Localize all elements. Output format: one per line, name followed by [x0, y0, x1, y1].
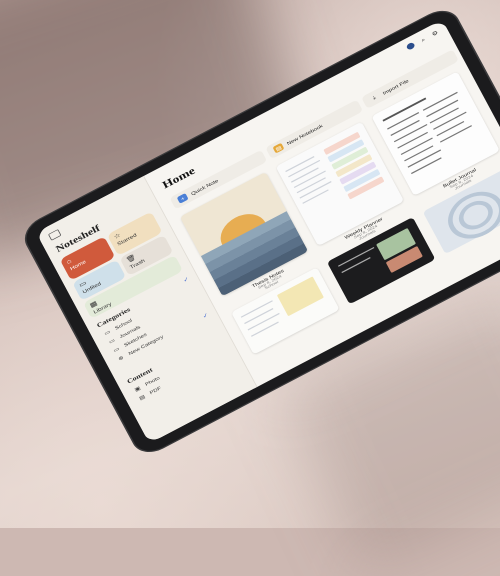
- planner-line: [244, 308, 274, 324]
- button-label: Quick Note: [189, 177, 220, 197]
- folder-icon: ▭: [112, 345, 121, 354]
- planner-line: [247, 312, 280, 331]
- search-icon[interactable]: ⌕: [420, 36, 427, 44]
- notebook-icon: ▤: [272, 142, 285, 154]
- handwriting-line: [436, 120, 465, 137]
- folder-icon: ▭: [103, 328, 112, 337]
- chevron-down-icon[interactable]: ✓: [201, 311, 210, 320]
- handwriting-line: [400, 137, 433, 155]
- handwriting-line: [404, 145, 434, 162]
- planner-line: [251, 321, 279, 337]
- folder-icon: ▭: [107, 337, 116, 345]
- handwriting-line: [341, 257, 371, 273]
- planner-block: [276, 276, 324, 317]
- sidebar-item-label: PDF: [148, 385, 162, 396]
- handwriting-line: [397, 131, 428, 149]
- handwriting-line: [439, 125, 472, 143]
- plus-icon: +: [176, 192, 189, 204]
- handwriting-line: [429, 107, 459, 124]
- button-label: New Notebook: [285, 122, 324, 147]
- settings-icon[interactable]: ⚙: [431, 29, 440, 38]
- planner-line: [240, 300, 273, 318]
- sidebar-toggle-icon[interactable]: [48, 229, 62, 241]
- handwriting-line: [390, 119, 420, 136]
- plus-icon: ⊕: [117, 354, 125, 362]
- profile-icon[interactable]: [405, 41, 416, 51]
- chevron-down-icon[interactable]: ✓: [182, 275, 191, 284]
- download-icon: ⤓: [371, 94, 377, 101]
- button-label: Import File: [381, 77, 410, 96]
- top-toolbar: ⌕ ⚙: [405, 29, 440, 51]
- planner-line: [302, 189, 329, 204]
- photo-icon: ▣: [133, 385, 142, 393]
- pdf-icon: ▤: [138, 393, 147, 402]
- handwriting-line: [411, 157, 442, 174]
- handwriting-line: [426, 99, 459, 117]
